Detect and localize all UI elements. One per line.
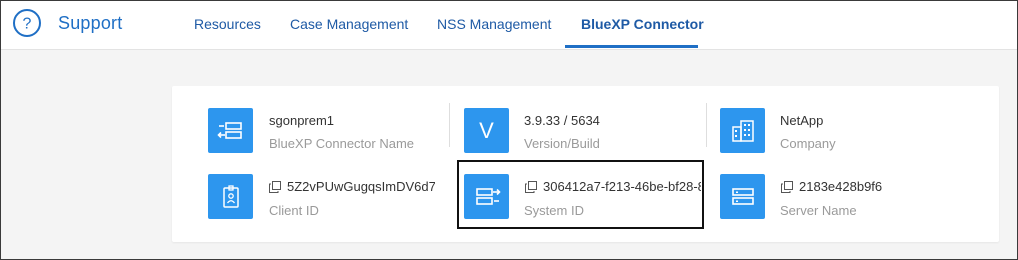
server-icon [720, 174, 765, 219]
company-value: NetApp [780, 113, 824, 128]
active-tab-indicator [565, 45, 698, 48]
tab-nss-management[interactable]: NSS Management [437, 16, 551, 32]
version-letter-icon: V [464, 108, 509, 153]
tab-bluexp-connector[interactable]: BlueXP Connector [581, 16, 704, 32]
copy-icon[interactable] [781, 181, 793, 193]
support-page: ? Support Resources Case Management NSS … [0, 0, 1018, 260]
company-building-icon [720, 108, 765, 153]
connector-name-value: sgonprem1 [269, 113, 335, 128]
connector-icon [208, 108, 253, 153]
connector-name-label: BlueXP Connector Name [269, 136, 415, 151]
system-id-highlight-box [457, 160, 704, 229]
svg-text:?: ? [23, 16, 32, 33]
column-divider [449, 103, 450, 147]
company-label: Company [780, 136, 836, 151]
copy-icon[interactable] [269, 181, 281, 193]
server-name-value: 2183e428b9f6 [799, 179, 883, 194]
version-label: Version/Build [524, 136, 600, 151]
client-id-value: 5Z2vPUwGugqsImDV6d799w [287, 179, 435, 194]
column-divider [706, 103, 707, 147]
server-name-label: Server Name [780, 203, 857, 218]
tab-resources[interactable]: Resources [194, 16, 261, 32]
header-bar: ? Support Resources Case Management NSS … [1, 1, 1017, 50]
client-id-label: Client ID [269, 203, 319, 218]
tab-case-management[interactable]: Case Management [290, 16, 408, 32]
id-badge-icon [208, 174, 253, 219]
version-letter: V [479, 117, 494, 143]
help-circle-icon[interactable]: ? [12, 8, 42, 38]
version-value: 3.9.33 / 5634 [524, 113, 600, 128]
page-title: Support [58, 13, 123, 33]
